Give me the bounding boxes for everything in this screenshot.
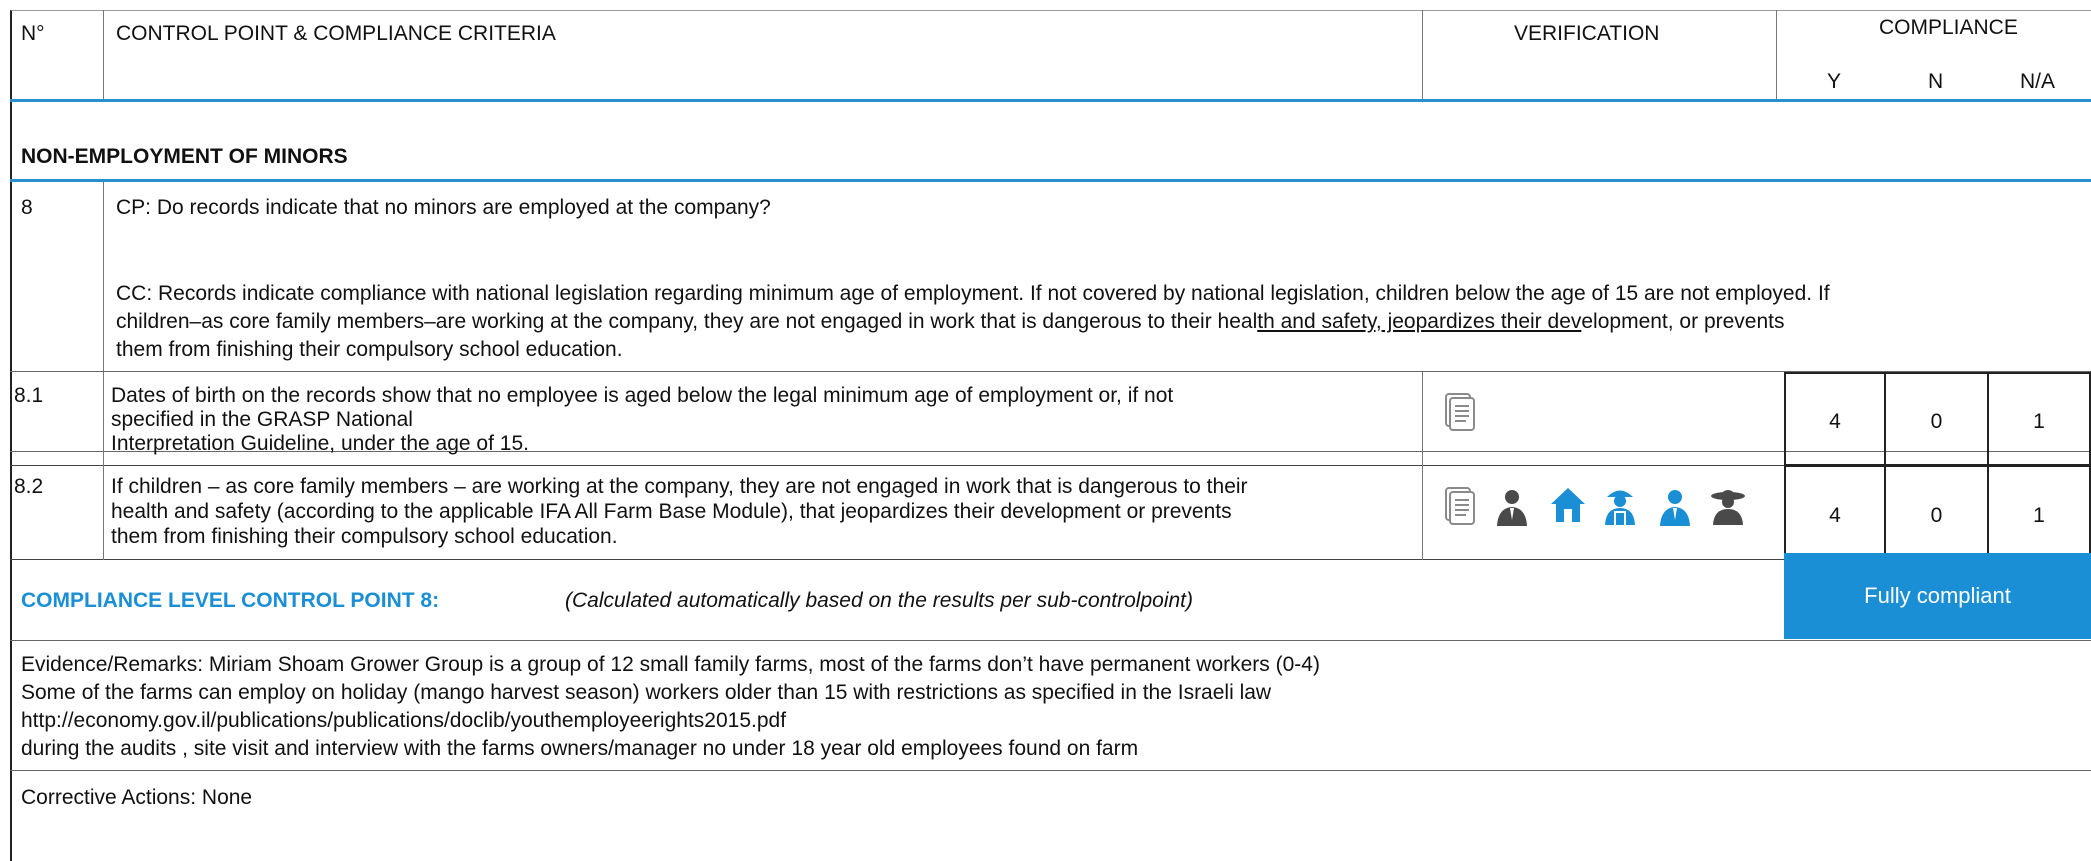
house-icon — [1551, 488, 1585, 522]
worker-icon — [1605, 490, 1635, 525]
compliance-status-badge: Fully compliant — [1784, 553, 2091, 639]
compliance-level-label: COMPLIANCE LEVEL CONTROL POINT 8: — [21, 589, 440, 612]
evidence-line1: Evidence/Remarks: Miriam Shoam Grower Gr… — [21, 653, 1320, 676]
compliance-status-text: Fully compliant — [1864, 583, 2011, 608]
section-rule — [10, 179, 2091, 182]
cp8-criteria-line1: CC: Records indicate compliance with nat… — [116, 282, 1830, 305]
header-compliance: COMPLIANCE — [1879, 16, 2018, 39]
farmer-icon — [1711, 490, 1745, 525]
row-81-text-line1: Dates of birth on the records show that … — [111, 384, 1174, 407]
row-82-text-line3: them from finishing their compulsory sch… — [111, 525, 618, 548]
employee-icon — [1660, 490, 1690, 526]
row-82-number: 8.2 — [14, 475, 44, 498]
manager-icon — [1497, 490, 1527, 526]
cp8-criteria-line2-underlined: th and safety, jeopardizes their dev — [1257, 310, 1582, 333]
evidence-line4: during the audits , site visit and inter… — [21, 737, 1139, 760]
col-divider-compliance — [1776, 10, 1777, 100]
row-81-text-line3: Interpretation Guideline, under the age … — [111, 432, 529, 455]
header-verification: VERIFICATION — [1514, 22, 1660, 45]
header-y: Y — [1827, 70, 1842, 93]
row-82-y-value[interactable]: 4 — [1786, 504, 1884, 528]
document-icon — [1445, 487, 1475, 525]
col-divider-no — [103, 10, 104, 100]
sub-row-separator-line — [10, 465, 1784, 466]
row-82-na-value[interactable]: 1 — [1989, 504, 2089, 528]
corrective-actions: Corrective Actions: None — [21, 786, 253, 809]
row-81-na-value[interactable]: 1 — [1989, 410, 2089, 434]
row-81-y-value[interactable]: 4 — [1786, 410, 1884, 434]
evidence-line3[interactable]: http://economy.gov.il/publications/publi… — [21, 709, 786, 733]
evidence-line2: Some of the farms can employ on holiday … — [21, 681, 1272, 704]
row-81-n-value[interactable]: 0 — [1886, 410, 1987, 434]
cp8-criteria-bottom — [10, 371, 2091, 372]
row82-bottom-rule — [10, 559, 2091, 560]
document-icon — [1445, 393, 1475, 431]
header-n: N — [1928, 70, 1944, 93]
compliance-level-bottom-rule — [10, 640, 2091, 641]
row-82-text-line1: If children – as core family members – a… — [111, 475, 1248, 498]
row81-verif-divider — [1422, 372, 1423, 560]
header-na: N/A — [2020, 70, 2056, 93]
evidence-bottom-rule — [10, 770, 2091, 771]
row81-no-divider — [103, 372, 104, 560]
col-divider-verification — [1422, 10, 1423, 100]
row-81-number: 8.1 — [14, 384, 44, 407]
cp8-question: CP: Do records indicate that no minors a… — [116, 196, 771, 219]
compliance-level-note: (Calculated automatically based on the r… — [565, 589, 1194, 612]
cp8-criteria-line3: them from finishing their compulsory sch… — [116, 338, 623, 361]
section-title: NON-EMPLOYMENT OF MINORS — [21, 145, 348, 168]
cp8-number: 8 — [21, 196, 33, 219]
cp8-criteria-line2-a: children–as core family members–are work… — [116, 310, 1258, 333]
row-81-text-line2: specified in the GRASP National — [111, 408, 413, 431]
row-82-n-value[interactable]: 0 — [1886, 504, 1987, 528]
row-82-text-line2: health and safety (according to the appl… — [111, 500, 1232, 523]
cp8-criteria-line2: children–as core family members–are work… — [116, 310, 1784, 334]
header-rule — [10, 99, 2091, 102]
header-no: N° — [21, 22, 45, 45]
header-control-point: CONTROL POINT & COMPLIANCE CRITERIA — [116, 22, 556, 45]
cp8-criteria-line2-c: elopment, or prevents — [1581, 310, 1785, 333]
